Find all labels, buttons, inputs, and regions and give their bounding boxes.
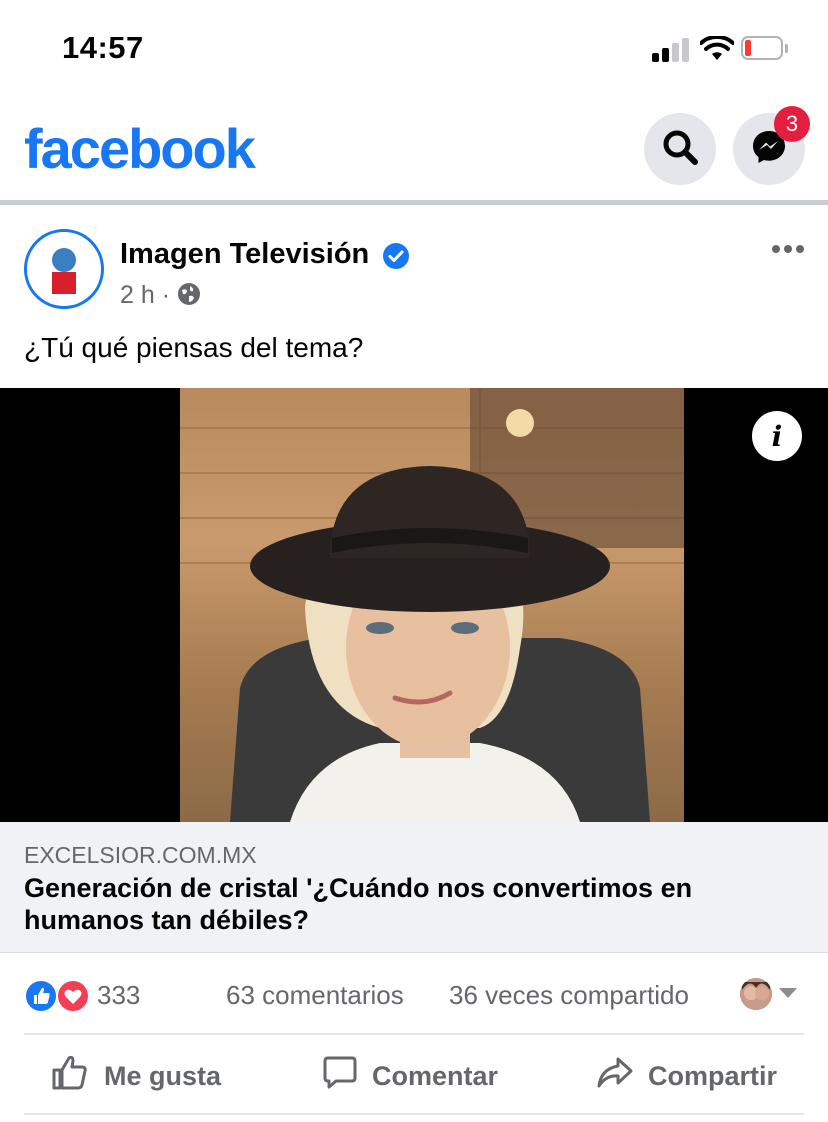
love-reaction-icon	[56, 979, 90, 1013]
post-video[interactable]	[0, 388, 828, 822]
header-divider	[0, 200, 828, 205]
more-options-button[interactable]	[770, 234, 806, 264]
separator-dot: ·	[161, 281, 171, 309]
like-button[interactable]: Me gusta	[50, 1054, 221, 1098]
post-text: ¿Tú qué piensas del tema?	[24, 332, 364, 363]
like-label: Me gusta	[104, 1060, 222, 1091]
share-icon	[596, 1055, 634, 1098]
imagen-logo	[52, 248, 76, 294]
more-icon	[770, 245, 806, 268]
reaction-count[interactable]: 333	[97, 980, 140, 1011]
notification-badge: 3	[774, 106, 810, 142]
comments-count[interactable]: 63 comentarios	[226, 980, 404, 1011]
page-avatar[interactable]	[24, 229, 104, 309]
video-frame	[180, 388, 684, 822]
status-time: 14:57	[62, 30, 144, 65]
viewer-avatar[interactable]	[740, 978, 772, 1010]
wifi-icon	[699, 34, 735, 62]
stats-divider	[24, 1033, 804, 1035]
link-title[interactable]: Generación de cristal '¿Cuándo nos conve…	[24, 872, 804, 936]
search-button[interactable]	[644, 113, 716, 185]
comment-icon	[322, 1055, 358, 1098]
post-timestamp[interactable]: 2 h ·	[120, 281, 201, 313]
search-icon	[660, 127, 700, 172]
share-label: Compartir	[648, 1060, 778, 1091]
comment-button[interactable]: Comentar	[322, 1054, 498, 1098]
share-button[interactable]: Compartir	[596, 1054, 777, 1098]
like-reaction-icon	[24, 979, 58, 1013]
chevron-down-icon[interactable]	[779, 988, 797, 998]
verified-icon	[383, 243, 409, 269]
facebook-logo[interactable]: facebook	[24, 114, 256, 184]
info-icon: i	[771, 419, 783, 453]
like-icon	[50, 1053, 90, 1100]
comment-label: Comentar	[372, 1060, 499, 1091]
signal-icon	[652, 38, 692, 62]
actions-divider	[24, 1113, 804, 1115]
link-domain: EXCELSIOR.COM.MX	[24, 842, 257, 868]
globe-icon	[177, 282, 201, 313]
page-name[interactable]: Imagen Televisión	[120, 238, 369, 271]
info-button[interactable]: i	[752, 411, 802, 461]
time-text: 2 h	[120, 281, 155, 309]
battery-icon	[741, 36, 789, 62]
shares-count[interactable]: 36 veces compartido	[449, 980, 689, 1011]
